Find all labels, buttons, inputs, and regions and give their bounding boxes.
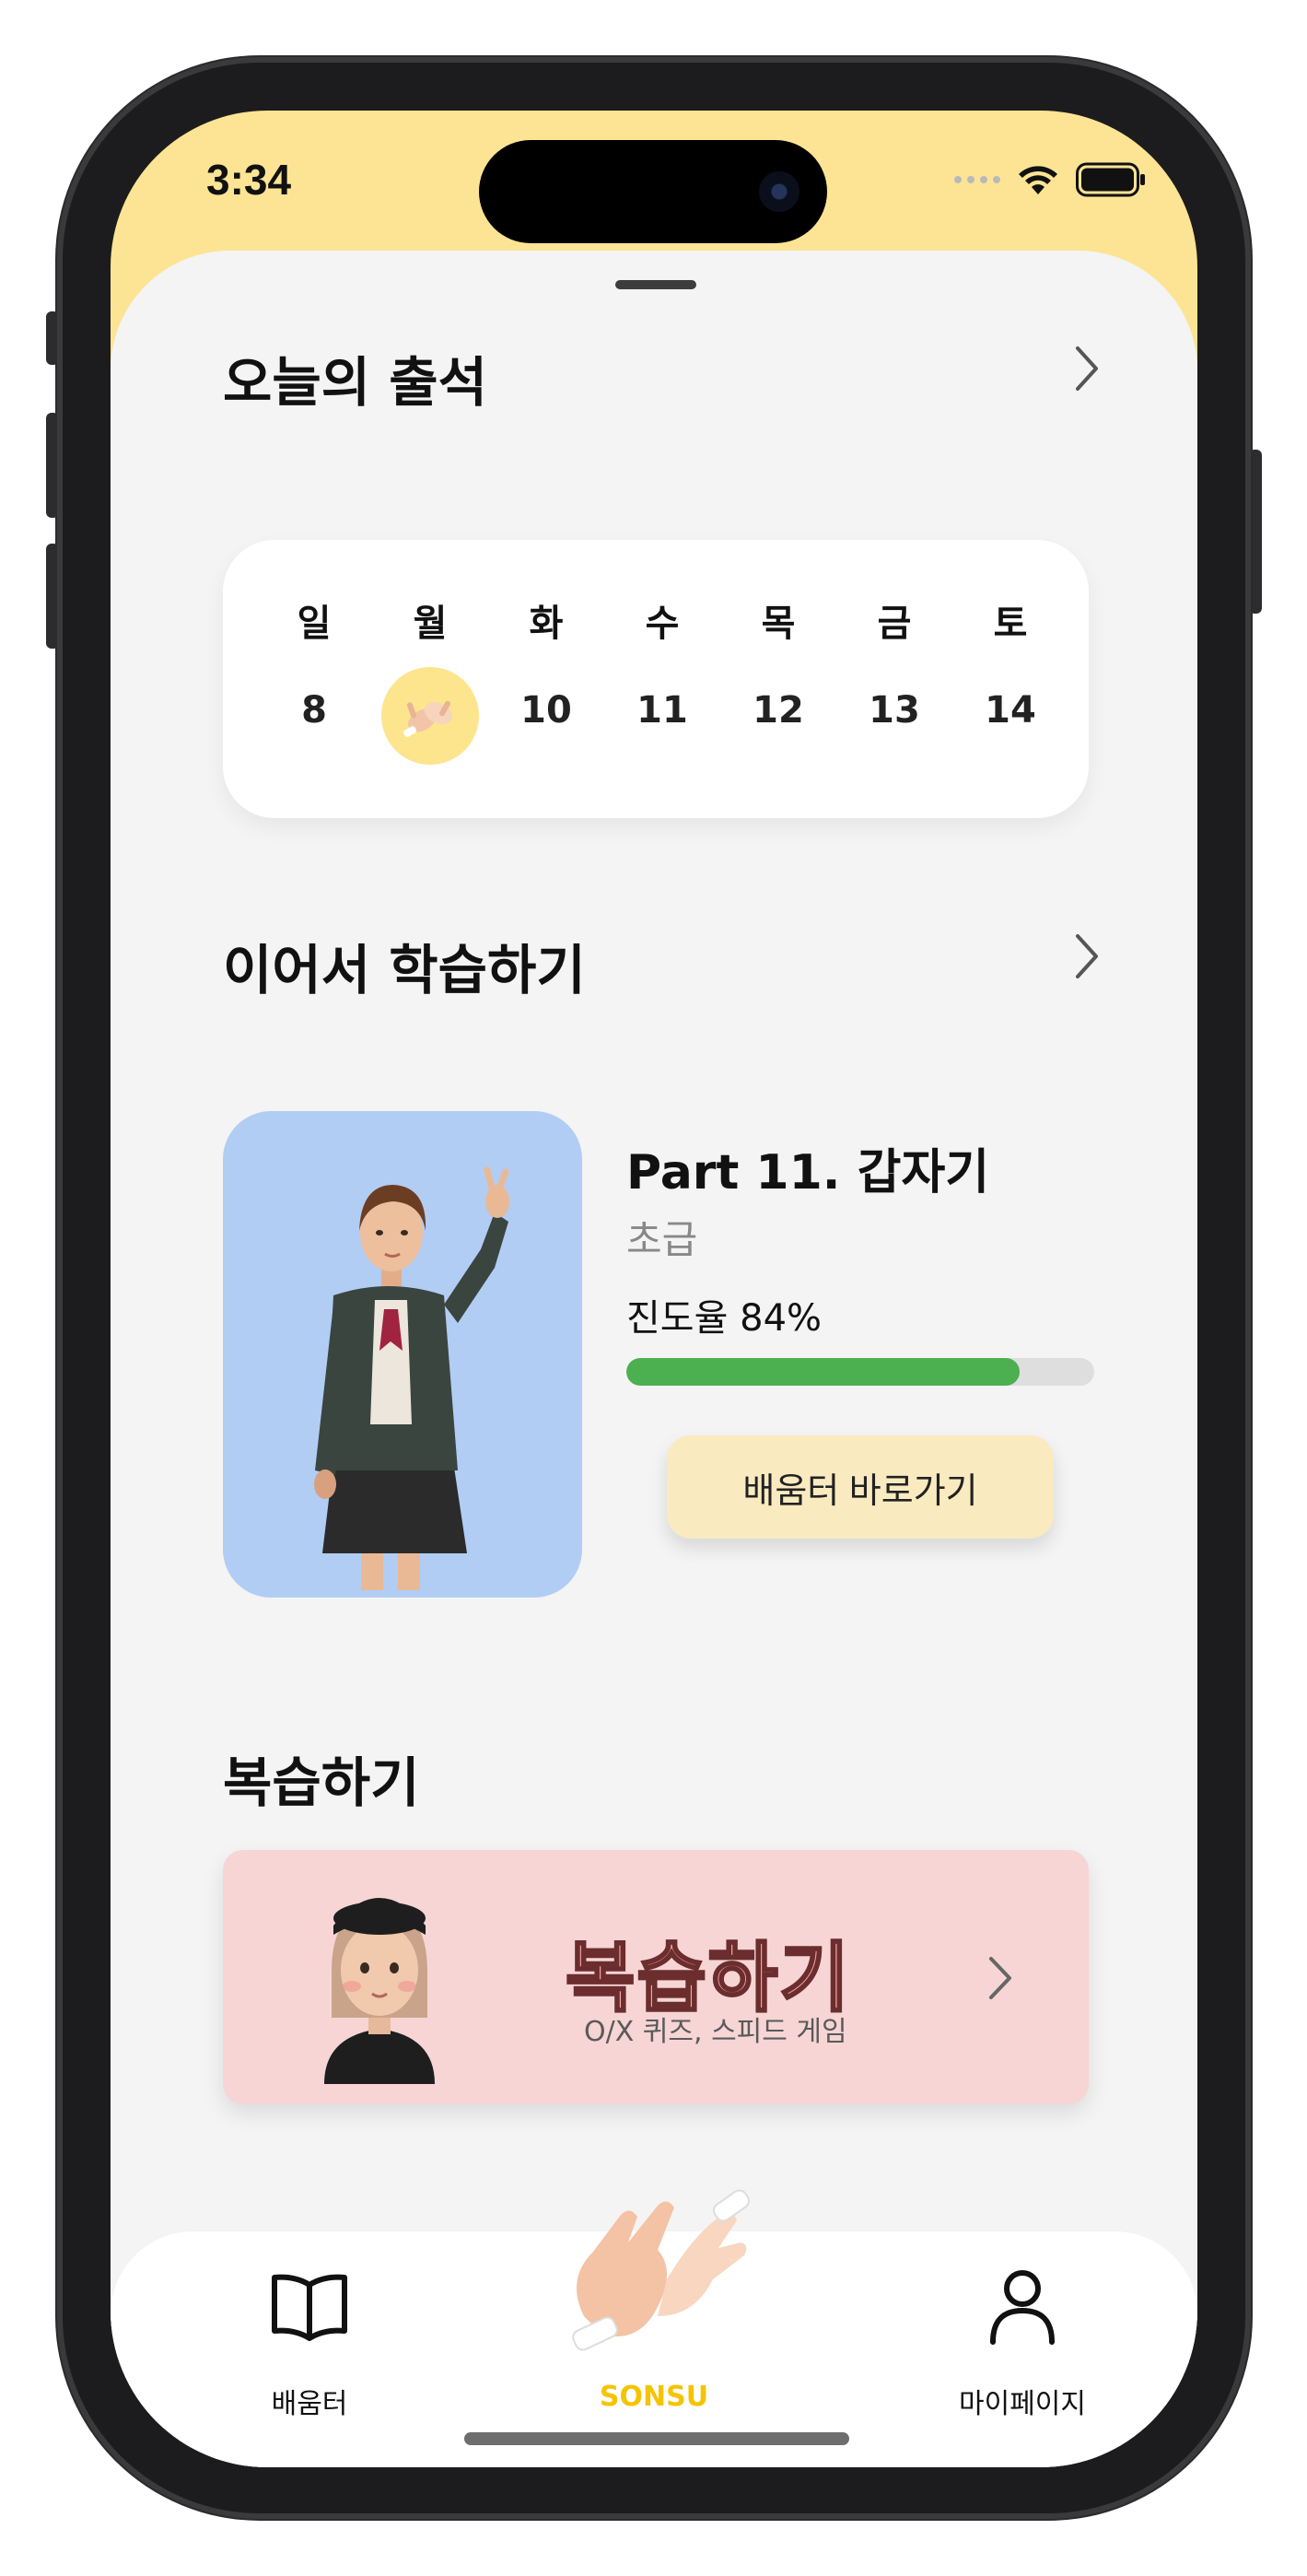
battery-icon (1076, 162, 1145, 197)
date-label: 12 (753, 689, 804, 732)
sign-hands-icon (572, 2189, 750, 2351)
tab-learning[interactable]: 배움터 (208, 2268, 411, 2425)
lesson-level: 초급 (626, 1217, 698, 1262)
date-label: 13 (869, 689, 920, 732)
camera-icon (759, 171, 799, 212)
continue-learning-chevron-right-icon[interactable] (1068, 929, 1105, 984)
tab-sonsu[interactable]: SONSU (543, 2178, 764, 2427)
day-label: 수 (645, 603, 680, 645)
date-label: 14 (985, 689, 1036, 732)
avatar-student-icon (324, 1898, 435, 2084)
go-to-learning-button[interactable]: 배움터 바로가기 (667, 1435, 1054, 1539)
tab-mypage[interactable]: 마이페이지 (921, 2268, 1124, 2425)
avatar-teacher-illustration (314, 1166, 509, 1590)
date-label: 8 (301, 689, 327, 732)
review-title: 복습하기 (223, 1751, 420, 1814)
wifi-icon (1019, 166, 1057, 194)
date-label: 10 (520, 689, 572, 732)
lesson-avatar-image[interactable] (223, 1111, 582, 1598)
day-label: 토 (993, 603, 1028, 645)
date-label: 11 (636, 689, 688, 732)
power-button (1249, 450, 1262, 614)
day-label: 금 (877, 603, 912, 645)
person-icon (990, 2270, 1055, 2345)
attendance-week-card: 일 8 월 화 10 수 11 목 12 금 13 토 14 (223, 540, 1089, 818)
lesson-part-title: Part 11. 갑자기 (626, 1145, 990, 1200)
day-label: 월 (413, 603, 448, 645)
progress-bar-fill (626, 1358, 1020, 1386)
status-icons (954, 162, 1146, 197)
review-banner[interactable]: 복습하기 O/X 퀴즈, 스피드 게임 (223, 1850, 1089, 2104)
review-banner-subtitle: O/X 퀴즈, 스피드 게임 (584, 2016, 847, 2048)
tab-sonsu-label: SONSU (599, 2381, 709, 2413)
continue-learning-title: 이어서 학습하기 (223, 939, 586, 1001)
app-screen: 3:34 오늘의 출석 일 8 월 화 10 수 11 목 12 금 13 토 … (111, 111, 1197, 2467)
attendance-title: 오늘의 출석 (223, 351, 487, 414)
attendance-chevron-right-icon[interactable] (1068, 341, 1105, 396)
tab-learning-label: 배움터 (271, 2388, 348, 2420)
tab-mypage-label: 마이페이지 (959, 2388, 1086, 2420)
day-label: 일 (297, 603, 332, 645)
progress-bar (626, 1358, 1094, 1386)
day-label: 목 (761, 603, 796, 645)
status-time: 3:34 (206, 156, 292, 204)
dynamic-island (479, 140, 827, 243)
progress-label: 진도율 84% (626, 1297, 823, 1340)
sheet-grabber[interactable] (615, 280, 696, 289)
attendance-check-hands-icon (381, 667, 479, 765)
signal-dots-icon (954, 176, 1000, 183)
home-indicator[interactable] (464, 2432, 849, 2445)
book-icon (272, 2274, 347, 2341)
day-label: 화 (529, 603, 564, 645)
review-chevron-right-icon (989, 1957, 1011, 1999)
